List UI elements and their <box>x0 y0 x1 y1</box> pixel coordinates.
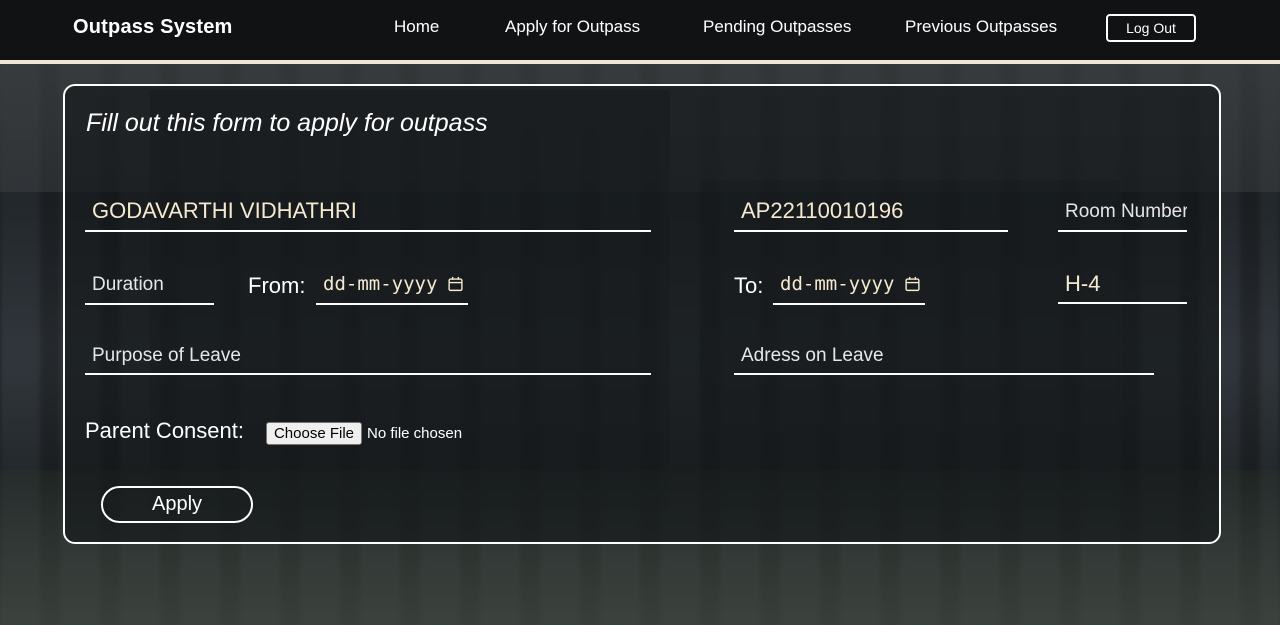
outpass-form: Fill out this form to apply for outpass … <box>63 84 1221 544</box>
hostel-field[interactable]: H-4 <box>1058 271 1187 304</box>
from-label: From: <box>248 273 306 298</box>
calendar-icon[interactable] <box>904 275 921 293</box>
apply-button[interactable]: Apply <box>101 486 253 523</box>
calendar-icon[interactable] <box>447 275 464 293</box>
nav-previous-outpasses[interactable]: Previous Outpasses <box>905 17 1057 37</box>
from-date-placeholder: dd-mm-yyyy <box>323 273 438 295</box>
parent-consent-label: Parent Consent: <box>85 418 244 443</box>
brand-title[interactable]: Outpass System <box>73 16 233 39</box>
form-title: Fill out this form to apply for outpass <box>86 109 488 137</box>
room-number-field[interactable]: Room Number <box>1058 201 1187 232</box>
id-field[interactable]: AP22110010196 <box>734 198 1008 232</box>
from-date-input[interactable]: dd-mm-yyyy <box>316 273 468 305</box>
nav-apply-outpass[interactable]: Apply for Outpass <box>505 17 640 37</box>
nav-home[interactable]: Home <box>394 17 439 37</box>
choose-file-button[interactable]: Choose File <box>266 422 362 445</box>
name-field[interactable]: GODAVARTHI VIDHATHRI <box>85 198 651 232</box>
duration-field[interactable]: Duration <box>85 274 214 305</box>
to-date-placeholder: dd-mm-yyyy <box>780 273 895 295</box>
navbar: Outpass System Home Apply for Outpass Pe… <box>0 0 1280 64</box>
to-label: To: <box>734 273 764 298</box>
nav-pending-outpasses[interactable]: Pending Outpasses <box>703 17 851 37</box>
file-status-text: No file chosen <box>367 425 463 442</box>
logout-button[interactable]: Log Out <box>1106 14 1196 42</box>
purpose-field[interactable]: Purpose of Leave <box>85 345 651 375</box>
to-date-input[interactable]: dd-mm-yyyy <box>773 273 925 305</box>
address-field[interactable]: Adress on Leave <box>734 345 1154 375</box>
